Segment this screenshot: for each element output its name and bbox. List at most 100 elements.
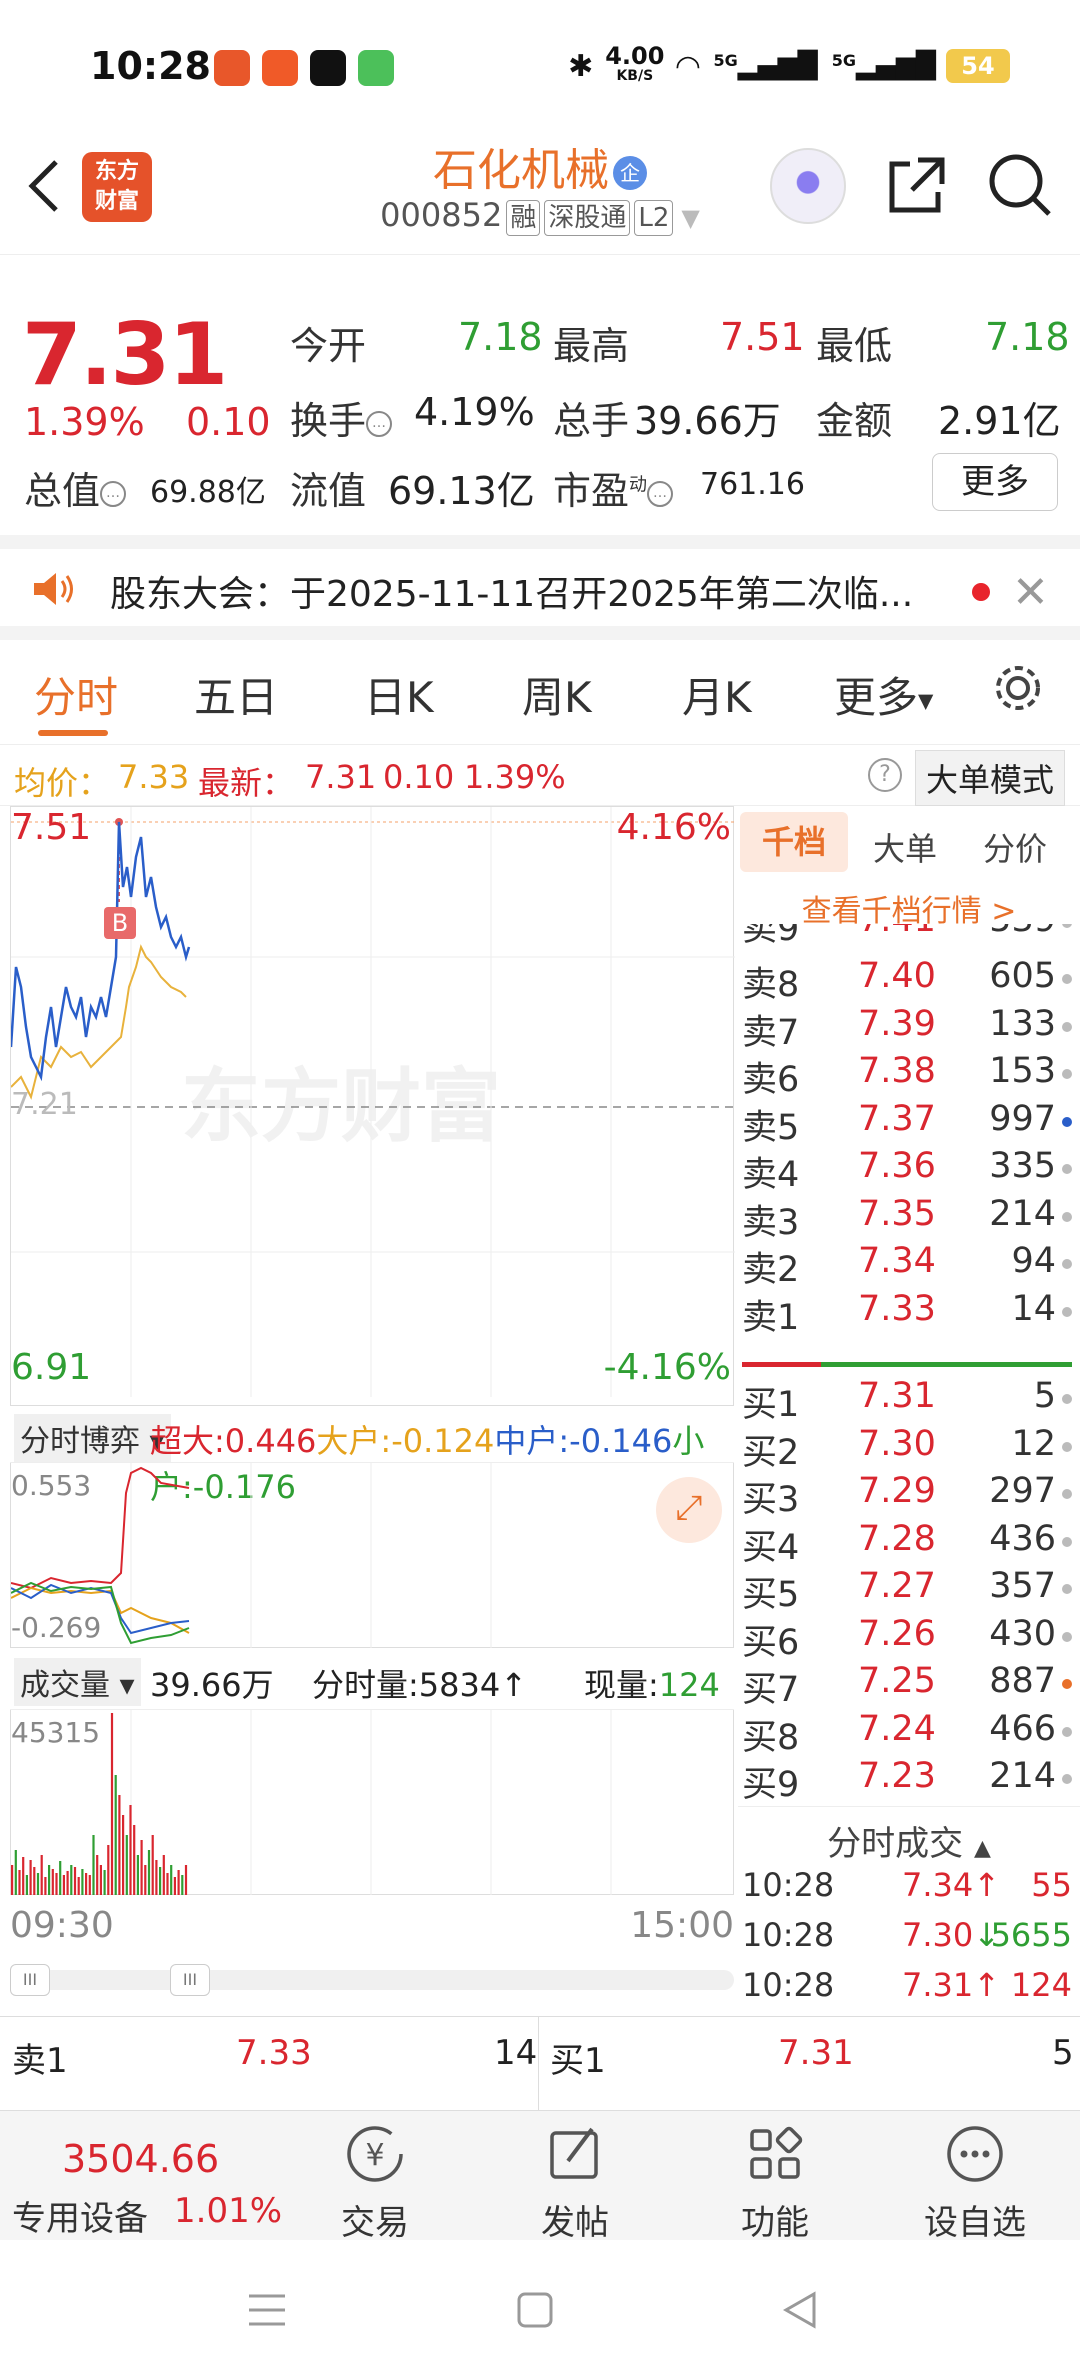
more-quote-button[interactable]: 更多 [932, 453, 1058, 511]
info-icon[interactable]: … [366, 410, 393, 437]
high-value: 7.51 [720, 315, 805, 359]
bid-price: 7.25 [858, 1661, 936, 1701]
volume-bar [25, 1875, 28, 1895]
bid-row[interactable]: 买4 7.28 436 [742, 1519, 1072, 1568]
ask-row[interactable]: 卖7 7.39 133 [742, 1003, 1072, 1053]
total-mv-label: 总值… [24, 460, 127, 515]
info-icon[interactable]: … [647, 480, 674, 507]
open-value: 7.18 [458, 315, 543, 359]
ai-assistant-avatar[interactable] [770, 148, 846, 224]
functions-button[interactable]: 功能 [690, 2121, 860, 2244]
tab-big-orders[interactable]: 大单 [873, 824, 937, 870]
home-icon[interactable] [515, 2290, 555, 2330]
range-right-handle[interactable]: III [170, 1964, 210, 1996]
tab-five-day[interactable]: 五日 [194, 664, 278, 725]
status-dot [1062, 1536, 1072, 1547]
time-sales-title[interactable]: 分时成交 ▲ [738, 1816, 1080, 1865]
help-icon[interactable]: ? [868, 758, 902, 792]
ask-row[interactable]: 卖2 7.34 94 [742, 1241, 1072, 1290]
sector-index[interactable]: 3504.66 专用设备 1.01% [0, 2111, 290, 2241]
search-button[interactable] [985, 150, 1055, 220]
volume-chart[interactable]: 45315 [10, 1710, 734, 1895]
ask-row[interactable]: 卖8 7.40 605 [742, 956, 1072, 1005]
ask-qty: 133 [989, 1003, 1056, 1044]
expand-icon[interactable]: ⤢ [656, 1477, 722, 1543]
bid-row[interactable]: 买5 7.27 357 [742, 1566, 1072, 1615]
ask-row-9[interactable]: 卖97.41539 [742, 924, 1072, 949]
intraday-chart[interactable]: 东方财富 B 7.51 4.16% 7.21 6.91 -4.16% [10, 806, 735, 1406]
ask-row[interactable]: 卖1 7.33 14 [742, 1288, 1072, 1338]
pct-max-label: 4.16% [616, 807, 731, 848]
volume-bar [85, 1873, 88, 1895]
volume-bar [110, 1713, 114, 1895]
ask-row[interactable]: 卖5 7.37 997 [742, 1099, 1072, 1148]
signal-icon-2: 5G▂▄▆█ [831, 51, 936, 81]
level1-buy-qty: 5 [1052, 2033, 1074, 2073]
tab-monthly-k[interactable]: 月K [682, 664, 752, 725]
volume-bar [136, 1855, 139, 1895]
ask-label: 卖3 [742, 1202, 800, 1243]
volume-bar [70, 1865, 73, 1895]
trade-button[interactable]: ¥ 交易 [290, 2121, 460, 2244]
system-navigation [0, 2240, 1080, 2374]
eastmoney-logo[interactable]: 东方财富 [82, 152, 152, 222]
notice-bar[interactable]: 股东大会：于2025-11-11召开2025年第二次临... ✕ [0, 535, 1080, 640]
info-icon[interactable]: … [100, 480, 127, 507]
tab-daily-k[interactable]: 日K [364, 664, 434, 725]
close-icon[interactable]: ✕ [1012, 567, 1049, 618]
settings-gear-icon[interactable] [990, 660, 1046, 716]
back-icon[interactable] [780, 2290, 820, 2330]
quote-panel: 7.31 1.39% 0.10 今开 7.18 最高 7.51 最低 7.18 … [0, 255, 1080, 535]
bid-row[interactable]: 买1 7.31 5 [742, 1376, 1072, 1425]
margin-tag: 融 [506, 200, 541, 236]
tab-weekly-k[interactable]: 周K [522, 664, 592, 725]
ask-row[interactable]: 卖3 7.35 214 [742, 1194, 1072, 1243]
bid-row[interactable]: 买3 7.29 297 [742, 1471, 1072, 1520]
bid-row[interactable]: 买7 7.25 887 [742, 1661, 1072, 1710]
volume-bar [162, 1855, 165, 1895]
flow-type-dropdown[interactable]: 分时博弈 ▾ [14, 1414, 171, 1462]
ask-row[interactable]: 卖4 7.36 335 [742, 1146, 1072, 1195]
volume-bar [177, 1870, 180, 1895]
range-left-handle[interactable]: III [10, 1964, 50, 1996]
post-button[interactable]: 发帖 [490, 2121, 660, 2244]
status-dot [1062, 1584, 1072, 1594]
tab-price-distribution[interactable]: 分价 [983, 824, 1047, 870]
grid-icon [750, 2126, 803, 2179]
ask-price: 7.39 [858, 1003, 936, 1044]
add-watchlist-button[interactable]: 设自选 [890, 2121, 1060, 2244]
bid-row[interactable]: 买8 7.24 466 [742, 1709, 1072, 1758]
bid-row[interactable]: 买2 7.30 12 [742, 1424, 1072, 1473]
chart-range-scrollbar[interactable]: III III [10, 1964, 734, 1996]
notification-app-icon-1 [214, 50, 250, 86]
bid-row[interactable]: 买6 7.26 430 [742, 1614, 1072, 1663]
menu-icon[interactable] [245, 2290, 289, 2330]
share-button[interactable] [882, 152, 950, 220]
tab-more[interactable]: 更多▼ [834, 664, 933, 725]
net-speed: 4.00 KB/S [605, 42, 665, 84]
bid-row[interactable]: 买9 7.23 214 [742, 1756, 1072, 1805]
latest-label: 最新： [198, 764, 295, 802]
tab-intraday[interactable]: 分时 [34, 664, 118, 725]
ask-qty: 335 [989, 1146, 1056, 1186]
level1-buy-label: 买1 [550, 2041, 606, 2081]
volume-value: 39.66万 [634, 399, 781, 443]
ask-qty: 14 [1011, 1288, 1056, 1329]
volume-type-dropdown[interactable]: 成交量 ▾ [14, 1658, 141, 1706]
volume-bars-svg [11, 1710, 612, 1895]
flow-chart[interactable]: 0.553 -0.269 ⤢ [10, 1463, 734, 1648]
ask-row[interactable]: 卖6 7.38 153 [742, 1051, 1072, 1100]
high-label: 最高 [553, 324, 630, 368]
trade-price: 7.30↓ [902, 1916, 1001, 1954]
volume-bar [18, 1870, 21, 1895]
tab-depth[interactable]: 千档 [740, 812, 848, 872]
bid-price: 7.31 [858, 1376, 936, 1416]
volume-label: 总手 [553, 399, 630, 443]
status-dot [1062, 1441, 1072, 1452]
ask-qty: 605 [989, 956, 1056, 996]
big-order-mode-button[interactable]: 大单模式 [915, 750, 1066, 806]
low-label: 最低 [816, 324, 893, 368]
trade-price: 7.34↑ [902, 1866, 1001, 1904]
buy-signal-marker[interactable]: B [104, 907, 136, 939]
back-button[interactable] [20, 150, 70, 220]
